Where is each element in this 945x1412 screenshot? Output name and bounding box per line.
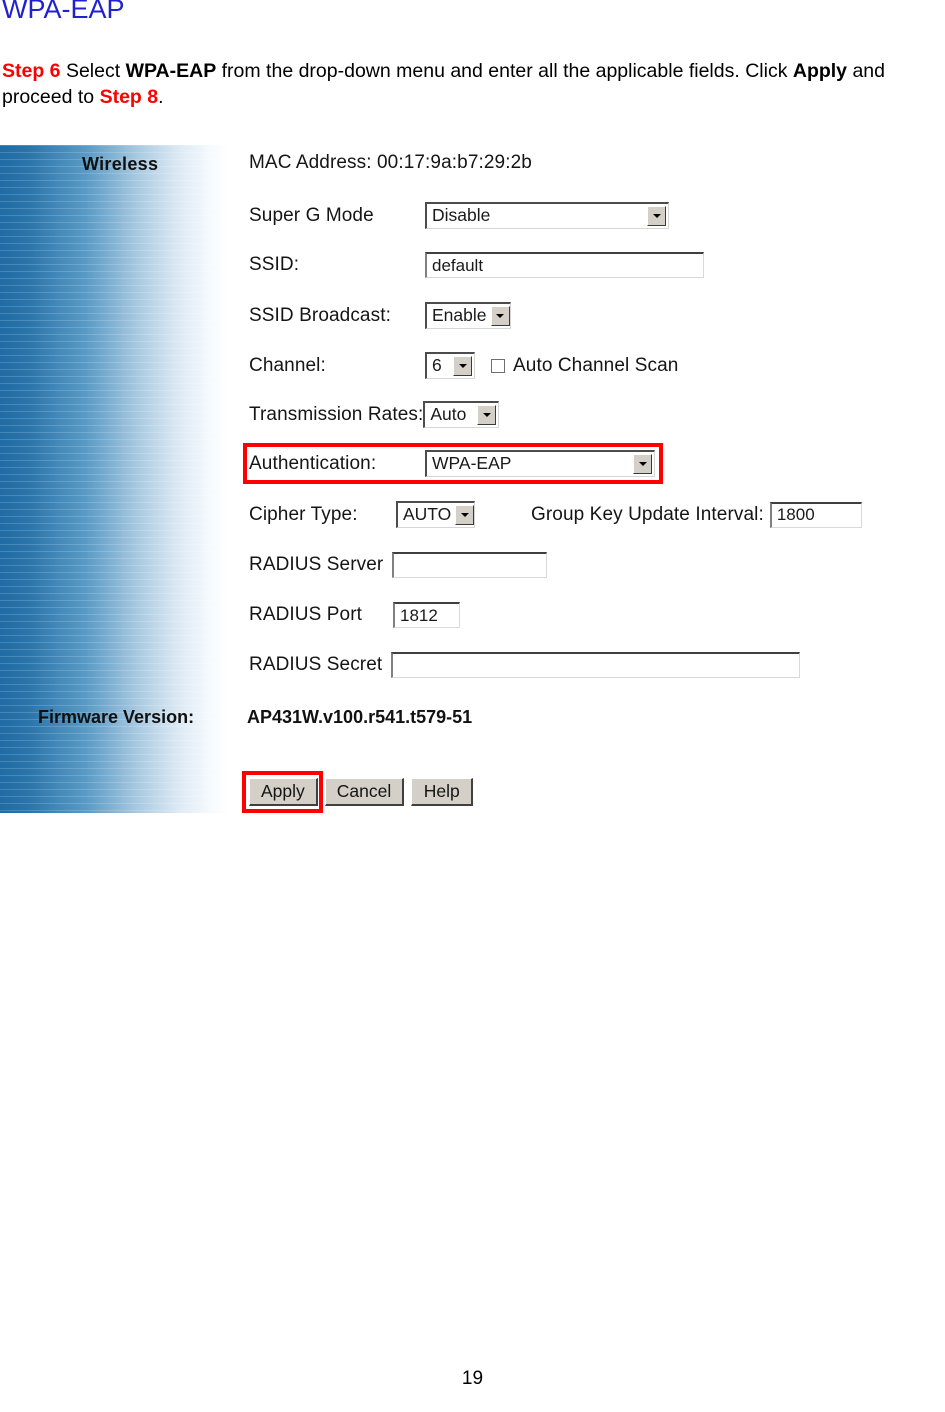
group-key-update-interval-input[interactable]: 1800	[769, 501, 862, 528]
ssid-broadcast-value: Enable	[432, 305, 487, 326]
super-g-mode-row: Super G Mode Disable	[249, 202, 669, 229]
radius-port-label: RADIUS Port	[249, 604, 363, 625]
router-config-panel: Wireless MAC Address: 00:17:9a:b7:29:2b …	[0, 145, 945, 813]
radius-server-row: RADIUS Server	[249, 552, 548, 578]
auto-channel-scan-label: Auto Channel Scan	[513, 354, 679, 376]
auto-channel-scan-checkbox[interactable]	[491, 358, 505, 373]
transmission-rates-label: Transmission Rates:	[249, 403, 424, 425]
step-6-label: Step 6	[2, 60, 61, 82]
radius-server-input[interactable]	[392, 552, 548, 578]
instruction-bold-wpa-eap: WPA-EAP	[125, 60, 217, 82]
instruction-paragraph: Step 6 Select WPA-EAP from the drop-down…	[2, 58, 945, 110]
radius-port-input[interactable]: 1812	[393, 602, 460, 628]
cipher-type-label: Cipher Type:	[249, 503, 358, 525]
chevron-down-icon[interactable]	[453, 356, 472, 376]
sidebar-section-title: Wireless	[82, 154, 159, 174]
chevron-down-icon[interactable]	[490, 306, 510, 326]
transmission-rates-value: Auto	[430, 404, 467, 425]
cipher-type-select[interactable]: AUTO	[396, 501, 475, 528]
super-g-mode-value: Disable	[432, 205, 491, 226]
button-bar: Apply Cancel Help	[249, 778, 474, 806]
channel-select[interactable]: 6	[425, 352, 475, 379]
ssid-label: SSID:	[249, 254, 300, 275]
transmission-rates-row: Transmission Rates: Auto	[249, 401, 500, 428]
step-8-reference: Step 8	[99, 86, 159, 108]
instruction-bold-apply: Apply	[792, 60, 848, 82]
cipher-type-value: AUTO	[403, 504, 452, 525]
radius-server-label: RADIUS Server	[249, 554, 384, 575]
instruction-text-4: .	[158, 86, 164, 108]
firmware-version-label: Firmware Version:	[38, 707, 195, 727]
cancel-button[interactable]: Cancel	[324, 778, 405, 806]
instruction-text-2: from the drop-down menu and enter all th…	[216, 60, 793, 82]
firmware-version-value: AP431W.v100.r541.t579-51	[247, 707, 473, 727]
radius-port-row: RADIUS Port 1812	[249, 602, 460, 628]
group-key-update-interval-label: Group Key Update Interval:	[531, 503, 764, 525]
cipher-type-row: Cipher Type: AUTO Group Key Update Inter…	[249, 501, 862, 528]
ssid-input[interactable]: default	[425, 252, 704, 278]
radius-secret-row: RADIUS Secret	[249, 652, 801, 678]
ssid-broadcast-row: SSID Broadcast: Enable	[249, 302, 511, 329]
transmission-rates-select[interactable]: Auto	[423, 401, 500, 428]
page-number: 19	[461, 1368, 484, 1389]
chevron-down-icon[interactable]	[477, 405, 497, 425]
channel-row: Channel: 6 Auto Channel Scan	[249, 352, 678, 379]
page-title: WPA-EAP	[2, 0, 125, 24]
instruction-text-1: Select	[60, 60, 126, 82]
help-button[interactable]: Help	[411, 778, 474, 806]
radius-secret-input[interactable]	[391, 652, 801, 678]
ssid-row: SSID: default	[249, 252, 704, 278]
authentication-value: WPA-EAP	[432, 453, 512, 474]
authentication-row: Authentication: WPA-EAP	[249, 450, 655, 477]
authentication-label: Authentication:	[249, 452, 377, 474]
radius-secret-label: RADIUS Secret	[249, 654, 383, 675]
mac-address-row: MAC Address: 00:17:9a:b7:29:2b	[249, 152, 532, 174]
apply-button[interactable]: Apply	[249, 778, 318, 806]
channel-label: Channel:	[249, 354, 326, 376]
super-g-mode-label: Super G Mode	[249, 204, 374, 226]
chevron-down-icon[interactable]	[455, 505, 475, 525]
channel-value: 6	[432, 355, 442, 376]
super-g-mode-select[interactable]: Disable	[425, 202, 669, 229]
chevron-down-icon[interactable]	[633, 454, 652, 474]
ssid-broadcast-label: SSID Broadcast:	[249, 304, 391, 326]
mac-address-text: MAC Address: 00:17:9a:b7:29:2b	[249, 152, 532, 173]
ssid-broadcast-select[interactable]: Enable	[425, 302, 511, 329]
authentication-select[interactable]: WPA-EAP	[425, 450, 655, 477]
chevron-down-icon[interactable]	[647, 206, 666, 226]
